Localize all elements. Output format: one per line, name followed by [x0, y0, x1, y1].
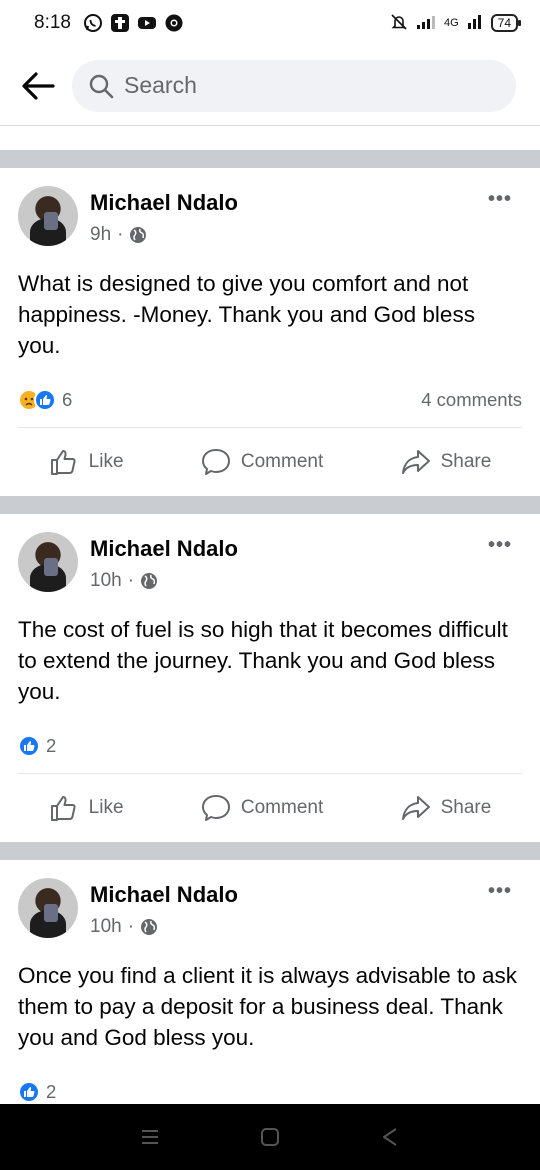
- like-label: Like: [88, 451, 124, 472]
- reaction-row: 2: [0, 707, 540, 763]
- status-right: 4G 74: [390, 13, 522, 34]
- reaction-count[interactable]: 2: [46, 1081, 56, 1103]
- like-reaction-icon: [18, 1081, 40, 1103]
- reaction-count[interactable]: 6: [62, 389, 72, 411]
- chrome-icon: [164, 13, 184, 33]
- like-icon: [50, 796, 76, 821]
- post-time[interactable]: 10h: [90, 916, 122, 938]
- back-triangle-icon: [383, 1128, 397, 1146]
- post-text: The cost of fuel is so high that it beco…: [18, 617, 508, 704]
- post-card: Michael Ndalo 10h · ••• Once you find a …: [0, 860, 540, 1109]
- avatar[interactable]: [18, 532, 78, 592]
- like-icon: [50, 450, 76, 475]
- globe-icon: [140, 572, 158, 590]
- reaction-count[interactable]: 2: [46, 735, 56, 757]
- post-actions: Like Comment Share: [0, 428, 540, 496]
- share-button[interactable]: Share: [401, 793, 492, 823]
- globe-icon: [129, 226, 147, 244]
- separator-dot: ·: [117, 224, 124, 245]
- separator-dot: ·: [127, 570, 135, 591]
- comment-label: Comment: [240, 451, 324, 472]
- share-icon: [401, 796, 430, 820]
- reaction-row: 6 4 comments: [0, 361, 540, 417]
- more-options-button[interactable]: •••: [488, 880, 512, 903]
- comment-icon: [201, 449, 230, 475]
- search-bar[interactable]: [72, 59, 516, 112]
- search-icon: [88, 73, 114, 99]
- back-nav-button[interactable]: [375, 1122, 405, 1152]
- status-app-icons: [83, 13, 184, 33]
- share-button[interactable]: Share: [401, 447, 492, 477]
- like-reaction-icon: [18, 735, 40, 757]
- back-button[interactable]: [18, 66, 58, 106]
- reaction-icons[interactable]: [18, 389, 56, 411]
- post-time-row: 10h ·: [90, 570, 238, 592]
- post-header: Michael Ndalo 10h · •••: [0, 860, 540, 938]
- more-options-button[interactable]: •••: [488, 188, 512, 211]
- reaction-icons[interactable]: [18, 735, 40, 757]
- post-card: Michael Ndalo 9h · ••• What is designed …: [0, 168, 540, 496]
- like-label: Like: [88, 797, 124, 818]
- menu-icon: [142, 1130, 158, 1144]
- post-card: Michael Ndalo 10h · ••• The cost of fuel…: [0, 514, 540, 842]
- author-name[interactable]: Michael Ndalo: [90, 882, 238, 908]
- post-time-row: 9h ·: [90, 224, 238, 246]
- author-name[interactable]: Michael Ndalo: [90, 190, 238, 216]
- whatsapp-icon: [83, 13, 103, 33]
- post-time[interactable]: 9h: [90, 224, 111, 246]
- comment-label: Comment: [240, 797, 324, 818]
- share-label: Share: [440, 797, 492, 818]
- post-meta: Michael Ndalo 9h ·: [90, 186, 238, 246]
- post-meta: Michael Ndalo 10h ·: [90, 532, 238, 592]
- share-icon: [401, 450, 430, 474]
- comment-icon: [201, 795, 230, 821]
- battery-indicator: 74: [490, 14, 522, 32]
- post-text: Once you find a client it is always advi…: [18, 963, 517, 1050]
- avatar[interactable]: [18, 186, 78, 246]
- post-text: What is designed to give you comfort and…: [18, 271, 475, 358]
- like-button[interactable]: Like: [49, 447, 124, 477]
- status-bar: 8:18 4G 74: [0, 0, 540, 46]
- system-nav-bar: [0, 1104, 540, 1170]
- like-reaction-icon: [34, 389, 56, 411]
- network-type: 4G: [443, 17, 459, 29]
- search-input[interactable]: [124, 72, 500, 99]
- separator-dot: ·: [127, 916, 135, 937]
- avatar[interactable]: [18, 878, 78, 938]
- post-divider: [0, 150, 540, 168]
- home-square-icon: [261, 1128, 279, 1146]
- app-icon: [110, 13, 130, 33]
- status-time: 8:18: [34, 12, 71, 33]
- recent-apps-button[interactable]: [135, 1122, 165, 1152]
- search-header: [0, 46, 540, 126]
- post-header: Michael Ndalo 10h · •••: [0, 514, 540, 592]
- reaction-icons[interactable]: [18, 1081, 40, 1103]
- comment-button[interactable]: Comment: [201, 447, 323, 477]
- youtube-icon: [137, 13, 157, 33]
- globe-icon: [140, 918, 158, 936]
- home-button[interactable]: [255, 1122, 285, 1152]
- post-divider: [0, 496, 540, 514]
- more-options-button[interactable]: •••: [488, 534, 512, 557]
- post-meta: Michael Ndalo 10h ·: [90, 878, 238, 938]
- post-divider: [0, 842, 540, 860]
- post-time[interactable]: 10h: [90, 570, 122, 592]
- comment-button[interactable]: Comment: [201, 793, 323, 823]
- signal-icon-2: [467, 14, 483, 33]
- post-time-row: 10h ·: [90, 916, 238, 938]
- post-header: Michael Ndalo 9h · •••: [0, 168, 540, 246]
- reaction-row: 2: [0, 1053, 540, 1109]
- back-arrow-icon: [22, 71, 55, 100]
- signal-icon: [416, 14, 436, 33]
- like-button[interactable]: Like: [49, 793, 124, 823]
- mute-icon: [390, 13, 408, 34]
- spacer: [0, 126, 540, 150]
- post-actions: Like Comment Share: [0, 774, 540, 842]
- author-name[interactable]: Michael Ndalo: [90, 536, 238, 562]
- comments-count[interactable]: 4 comments: [421, 389, 522, 411]
- share-label: Share: [440, 451, 492, 472]
